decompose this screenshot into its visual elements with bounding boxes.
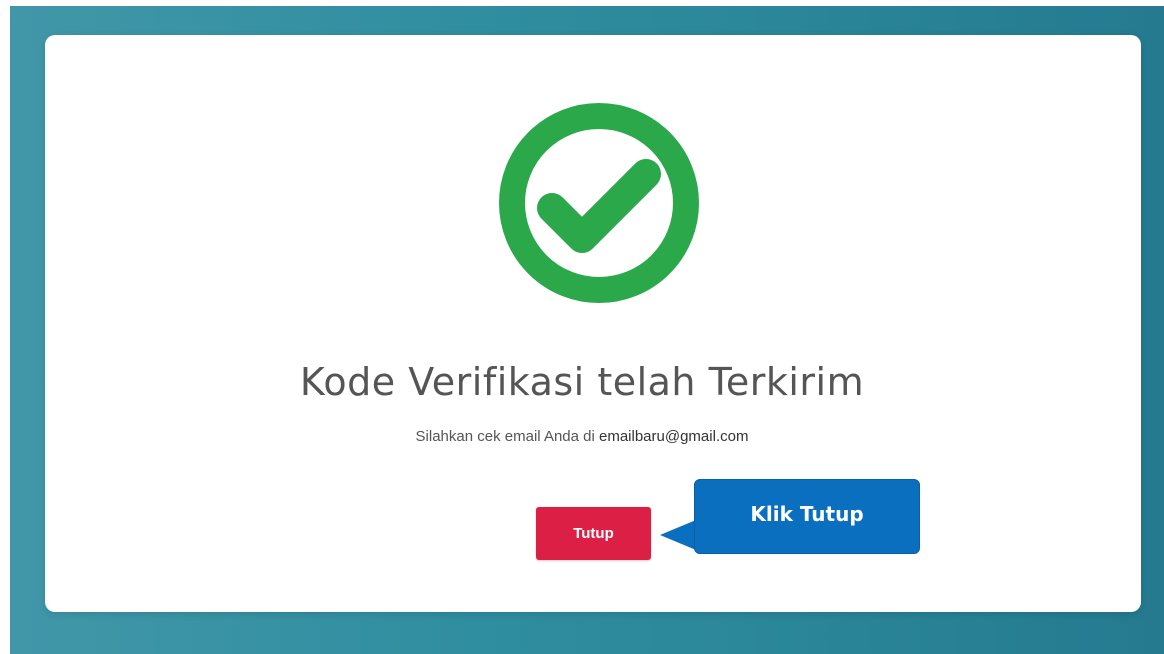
modal-title: Kode Verifikasi telah Terkirim xyxy=(299,360,865,404)
modal-message: Silahkan cek email Anda di emailbaru@gma… xyxy=(0,428,1164,445)
callout-pointer xyxy=(660,520,696,550)
instruction-callout: Klik Tutup xyxy=(694,479,920,554)
message-text: Silahkan cek email Anda di xyxy=(415,428,599,445)
check-circle-icon xyxy=(499,103,699,303)
email-address: emailbaru@gmail.com xyxy=(599,428,749,445)
close-button[interactable]: Tutup xyxy=(536,507,651,560)
